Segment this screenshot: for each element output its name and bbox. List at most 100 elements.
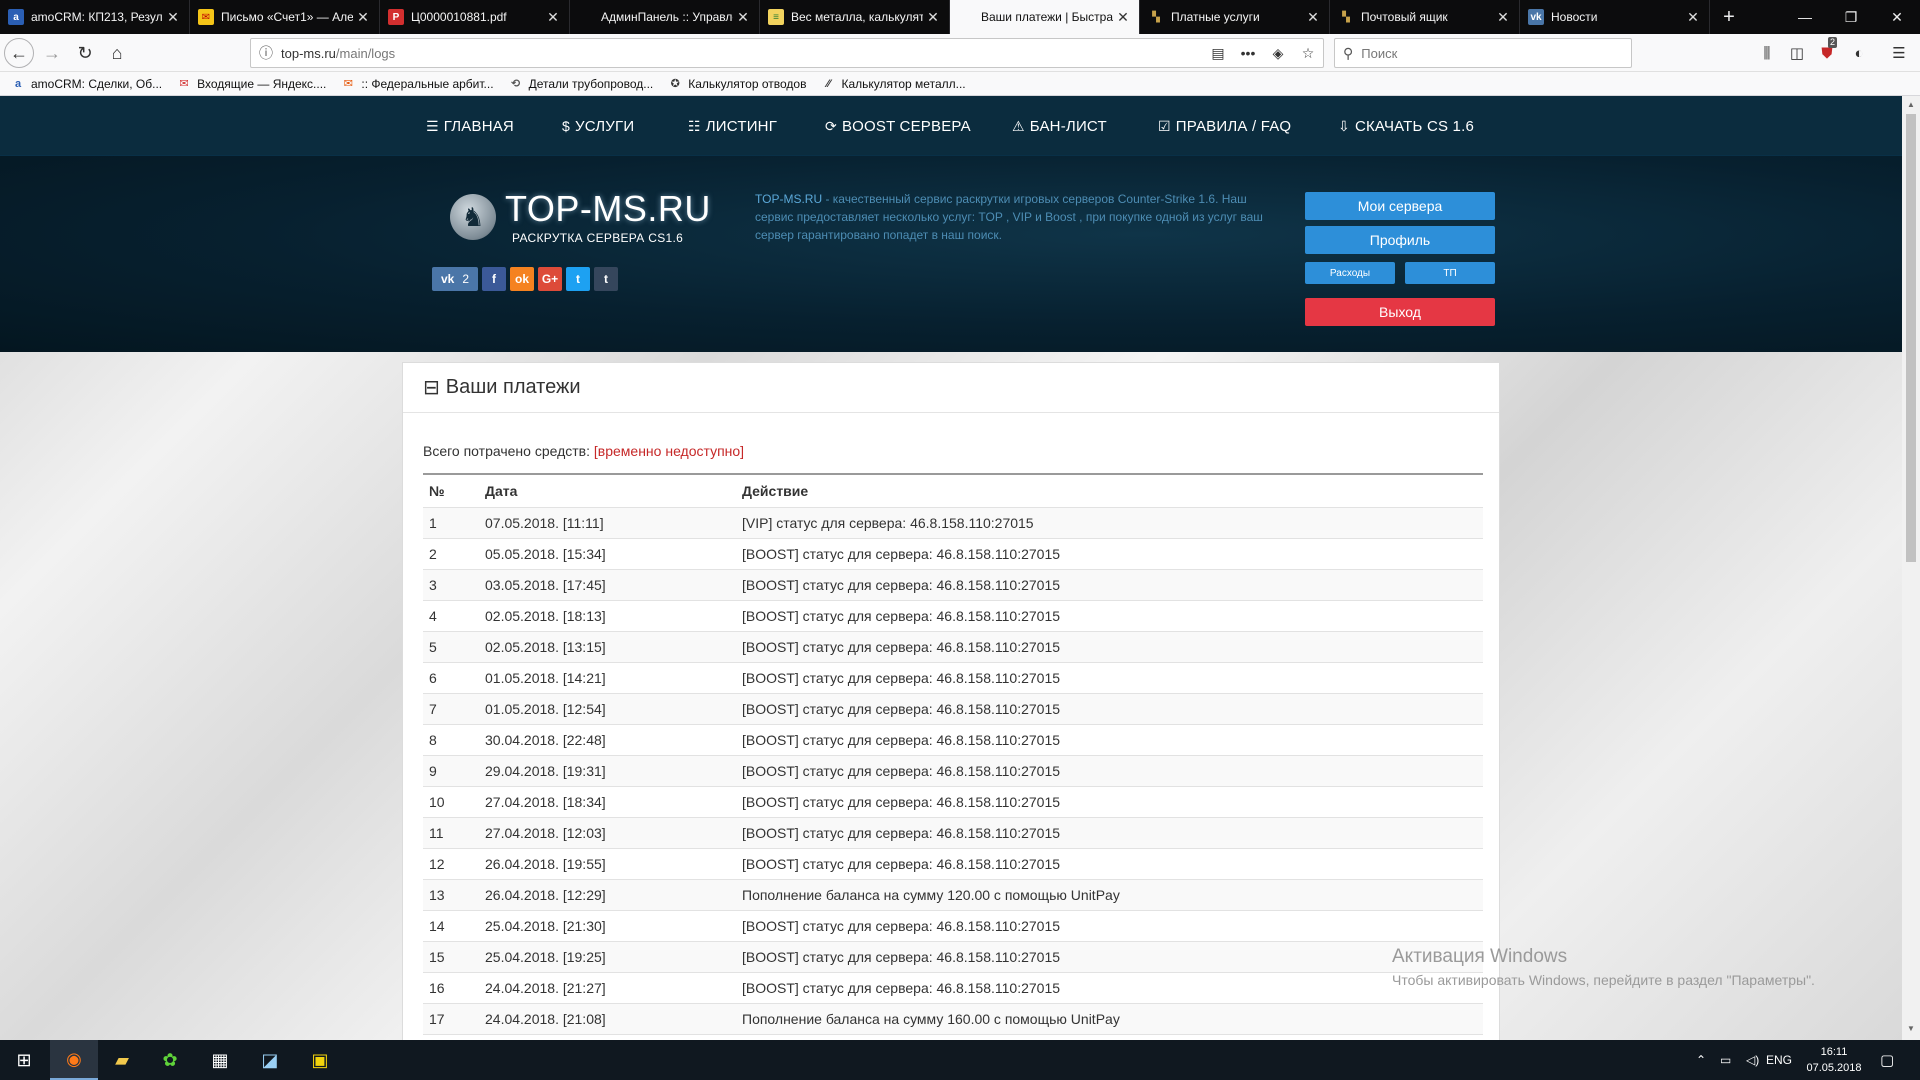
pocket-icon[interactable]: ◈ [1263, 45, 1293, 62]
table-row: 6 01.05.2018. [14:21] [BOOST] статус для с… [423, 662, 1483, 694]
library-icon[interactable]: ⫼ [1754, 41, 1780, 67]
table-header-row: № Дата Действие [423, 474, 1483, 508]
hamburger-menu-icon[interactable]: ☰ [1886, 41, 1912, 67]
tumblr-share-button[interactable]: t [594, 267, 618, 291]
bookmark-label: Входящие — Яндекс.... [197, 76, 327, 91]
browser-tab[interactable]: P Ц0000010881.pdf ✕ [380, 0, 570, 34]
sidebar-icon[interactable]: ◫ [1784, 41, 1810, 67]
close-tab-icon[interactable]: ✕ [353, 9, 373, 26]
taskbar-clock[interactable]: 16:11 07.05.2018 [1806, 1044, 1862, 1076]
nav-home[interactable]: ☰ ГЛАВНАЯ [426, 96, 514, 156]
browser-tab[interactable]: ▚ Почтовый ящик ✕ [1330, 0, 1520, 34]
taskbar-explorer[interactable]: ▰ [98, 1040, 146, 1080]
logout-button[interactable]: Выход [1305, 298, 1495, 326]
new-tab-button[interactable]: + [1710, 0, 1748, 34]
more-actions-icon[interactable]: ••• [1233, 45, 1263, 61]
close-window-button[interactable]: ✕ [1874, 0, 1920, 34]
browser-tab[interactable]: ≡ Вес металла, калькулятор✕ [760, 0, 950, 34]
bookmark-item[interactable]: ⁄⁄ Калькулятор металл... [820, 77, 966, 91]
expenses-button[interactable]: Расходы [1305, 262, 1395, 284]
google-plus-share-button[interactable]: G+ [538, 267, 562, 291]
profile-button[interactable]: Профиль [1305, 226, 1495, 254]
table-row: 12 26.04.2018. [19:55] [BOOST] статус для … [423, 848, 1483, 880]
twitter-share-button[interactable]: t [566, 267, 590, 291]
bookmark-item[interactable]: ⟲ Детали трубопровод... [508, 77, 653, 91]
close-tab-icon[interactable]: ✕ [163, 9, 183, 26]
my-servers-button[interactable]: Мои сервера [1305, 192, 1495, 220]
browser-tab[interactable]: ▚ Платные услуги ✕ [1140, 0, 1330, 34]
browser-toolbar: ← → ↻ ⌂ ⓘ top-ms.ru/main/logs ▤ ••• ◈ ☆ … [0, 34, 1920, 72]
taskbar-firefox[interactable]: ◉ [50, 1040, 98, 1080]
action-center-button[interactable]: ▢ [1880, 1040, 1894, 1080]
gear-icon: ✪ [670, 78, 680, 90]
bookmark-star-icon[interactable]: ☆ [1293, 45, 1323, 62]
taskbar-notes[interactable]: ▣ [296, 1040, 344, 1080]
browser-tab[interactable]: vk Новости ✕ [1520, 0, 1710, 34]
google-plus-icon: G+ [541, 272, 559, 286]
tray-language[interactable]: ENG [1766, 1040, 1792, 1080]
taskbar-icq[interactable]: ✿ [146, 1040, 194, 1080]
nav-download-cs[interactable]: ⇩ СКАЧАТЬ CS 1.6 [1338, 96, 1474, 156]
nav-boost[interactable]: ⟳ BOOST СЕРВЕРА [825, 96, 971, 156]
tray-network[interactable]: ▭ [1720, 1040, 1731, 1080]
address-bar[interactable]: ⓘ top-ms.ru/main/logs ▤ ••• ◈ ☆ [250, 38, 1324, 68]
payments-table-body: 1 07.05.2018. [11:11] [VIP] статус для сер… [423, 507, 1483, 1035]
info-icon[interactable]: ⓘ [251, 43, 281, 63]
row-date: 25.04.2018. [21:30] [479, 910, 736, 942]
browser-tab[interactable]: ✉ Письмо «Счет1» — Але ✕ [190, 0, 380, 34]
taskbar-calculator[interactable]: ▦ [196, 1040, 244, 1080]
nav-listing[interactable]: ☷ ЛИСТИНГ [688, 96, 777, 156]
amocrm-icon: a [14, 77, 22, 90]
close-tab-icon[interactable]: ✕ [923, 9, 943, 26]
page-scrollbar[interactable]: ▲ ▼ [1902, 96, 1920, 1040]
minimize-button[interactable]: — [1782, 0, 1828, 34]
close-tab-icon[interactable]: ✕ [543, 9, 563, 26]
scroll-down-icon[interactable]: ▼ [1902, 1024, 1920, 1033]
browser-tab[interactable]: a amoCRM: КП213, Результат✕ [0, 0, 190, 34]
tray-show-hidden[interactable]: ⌃ [1696, 1040, 1706, 1080]
bookmark-item[interactable]: ✉:: Федеральные арбит... [340, 77, 494, 91]
browser-tab[interactable]: АдминПанель :: Управление✕ [570, 0, 760, 34]
tray-volume[interactable]: ◁) [1746, 1040, 1759, 1080]
bookmark-item[interactable]: a amoCRM: Сделки, Об... [10, 77, 162, 91]
scrollbar-thumb[interactable] [1906, 114, 1916, 562]
windows-logo-icon: ⊞ [16, 1049, 32, 1070]
yandex-mail-icon: ✉ [198, 9, 214, 25]
bookmark-item[interactable]: ✉ Входящие — Яндекс.... [176, 76, 327, 91]
site-logo[interactable]: TOP-MS.RU [505, 188, 711, 230]
back-button[interactable]: ← [4, 38, 34, 68]
reload-button[interactable]: ↻ [71, 39, 99, 67]
nav-rules-faq[interactable]: ☑ ПРАВИЛА / FAQ [1158, 96, 1291, 156]
close-tab-icon[interactable]: ✕ [1493, 9, 1513, 26]
row-action: [BOOST] статус для сервера: 46.8.158.110… [736, 848, 1483, 880]
logo-emblem-icon[interactable]: ♞ [450, 194, 496, 240]
vk-share-button[interactable]: vk 2 [432, 267, 478, 291]
ublock-icon[interactable]: ⛊ 2 [1814, 37, 1840, 67]
search-input[interactable]: ⚲ Поиск [1334, 38, 1632, 68]
bookmark-item[interactable]: ✪ Калькулятор отводов [667, 77, 807, 91]
restore-button[interactable]: ❐ [1828, 0, 1874, 34]
home-button[interactable]: ⌂ [103, 39, 131, 67]
brand-link[interactable]: TOP-MS.RU [755, 192, 822, 206]
browser-tab[interactable]: Ваши платежи | Быстрая ра✕ [950, 0, 1140, 34]
support-button[interactable]: ТП [1405, 262, 1495, 284]
forward-button[interactable]: → [38, 39, 66, 67]
taskbar-app[interactable]: ◪ [246, 1040, 294, 1080]
odnoklassniki-share-button[interactable]: ok [510, 267, 534, 291]
close-tab-icon[interactable]: ✕ [1683, 9, 1703, 26]
close-icon: ✕ [1891, 8, 1903, 25]
nav-services[interactable]: $ УСЛУГИ [562, 96, 634, 156]
start-button[interactable]: ⊞ [0, 1040, 48, 1080]
scroll-up-icon[interactable]: ▲ [1902, 100, 1920, 109]
close-tab-icon[interactable]: ✕ [1303, 9, 1323, 26]
addon-icon[interactable]: ◐ [1846, 41, 1872, 67]
warning-icon: ⚠ [1012, 117, 1025, 134]
total-spent-value: [временно недоступно] [593, 443, 745, 459]
reader-view-icon[interactable]: ▤ [1203, 45, 1233, 62]
clock-date: 07.05.2018 [1806, 1062, 1862, 1074]
url-text[interactable]: top-ms.ru/main/logs [281, 46, 1203, 61]
facebook-share-button[interactable]: f [482, 267, 506, 291]
close-tab-icon[interactable]: ✕ [733, 9, 753, 26]
nav-ban-list[interactable]: ⚠ БАН-ЛИСТ [1012, 96, 1107, 156]
close-tab-icon[interactable]: ✕ [1113, 9, 1133, 26]
